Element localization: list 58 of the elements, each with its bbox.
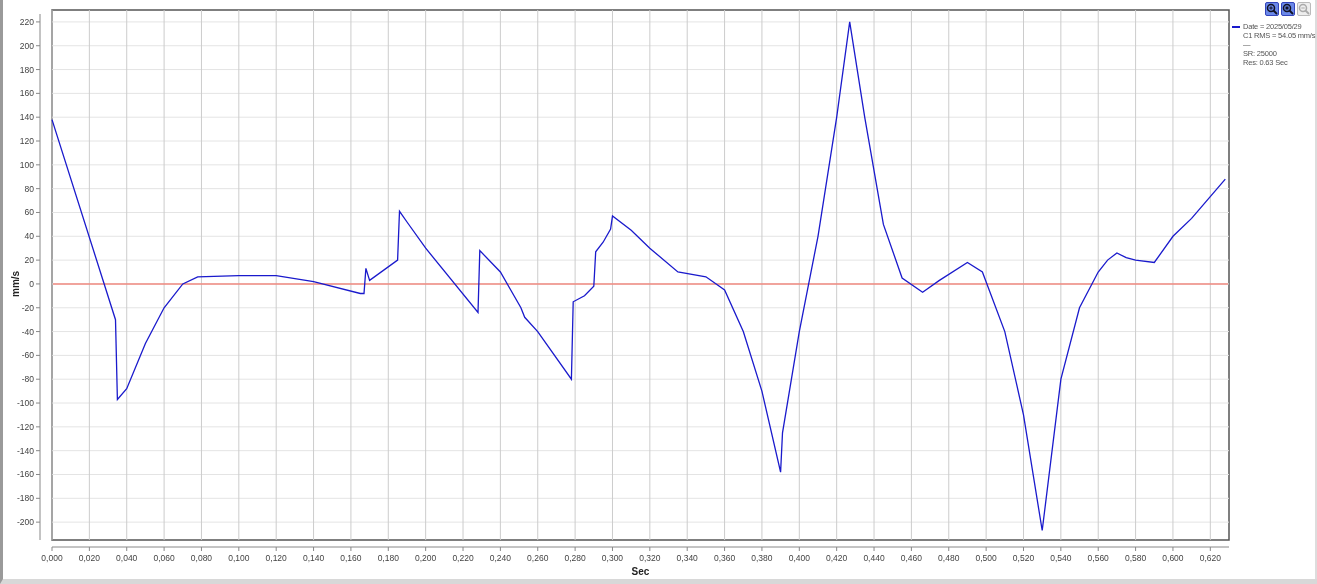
axis-tick-label: 0,340	[676, 553, 698, 563]
axis-tick-label: 40	[24, 231, 34, 242]
axis-tick-label: 0,520	[1012, 553, 1035, 563]
axis-tick-label: 0,560	[1087, 553, 1109, 563]
axis-tick-label: -40	[21, 326, 34, 337]
axis-tick-label: 200	[19, 40, 34, 51]
axis-tick-label: 160	[19, 88, 34, 99]
axis-tick-label: 0,300	[601, 553, 624, 563]
axis-tick-label: 0,220	[452, 553, 474, 563]
axis-tick-label: 0,100	[228, 553, 250, 563]
axis-tick-label: -20	[21, 302, 34, 313]
axis-tick-label: -80	[21, 374, 34, 385]
zoom-area-button[interactable]	[1281, 2, 1296, 16]
axis-tick-label: 0,460	[900, 553, 923, 563]
axis-title: mm/s	[10, 270, 21, 297]
zoom-in-button[interactable]	[1265, 2, 1280, 16]
axis-tick-label: 0,180	[377, 553, 399, 563]
axis-tick-label: 0,440	[863, 553, 885, 563]
axis-tick-label: 0,620	[1199, 553, 1221, 563]
axis-tick-label: 140	[19, 112, 34, 123]
axis-tick-label: 0,280	[564, 553, 586, 563]
axis-tick-label: 0,400	[788, 553, 810, 563]
axis-tick-label: -200	[17, 517, 34, 528]
axis-tick-label: 0,140	[302, 553, 325, 563]
axis-tick-label: 60	[24, 207, 34, 218]
axis-tick-label: 180	[19, 64, 34, 75]
axis-tick-label: 0,360	[713, 553, 736, 563]
axis-tick-label: 80	[24, 183, 34, 194]
axis-tick-label: 0,380	[751, 553, 773, 563]
axis-tick-label: 20	[24, 255, 34, 266]
axis-tick-label: 0,040	[116, 553, 138, 563]
axis-tick-label: 0,080	[190, 553, 213, 563]
axis-tick-label: 0	[29, 278, 34, 289]
axis-tick-label: -140	[17, 445, 34, 456]
axis-tick-label: 0,120	[265, 553, 287, 563]
axis-tick-label: 0,580	[1124, 553, 1147, 563]
axis-tick-label: -100	[17, 398, 34, 409]
axis-tick-label: 100	[19, 159, 34, 170]
axis-tick-label: 0,320	[639, 553, 661, 563]
axis-tick-label: 0,240	[489, 553, 511, 563]
axis-tick-label: -120	[17, 421, 34, 432]
axis-tick-label: 0,260	[527, 553, 549, 563]
axis-tick-label: 0,600	[1162, 553, 1184, 563]
axis-tick-label: 120	[19, 136, 34, 146]
axis-tick-label: 0,480	[938, 553, 960, 563]
axis-tick-label: 0,500	[975, 553, 997, 563]
axis-tick-label: 0,200	[415, 553, 437, 563]
axis-title: Sec	[631, 566, 650, 577]
axis-tick-label: -160	[17, 469, 34, 480]
axis-tick-label: 0,160	[340, 553, 362, 563]
axis-tick-label: 0,060	[153, 553, 175, 563]
axis-tick-label: -180	[17, 493, 34, 504]
axis-tick-label: 0,020	[78, 553, 100, 563]
axis-tick-label: 0,420	[826, 553, 848, 563]
axis-tick-label: 220	[19, 16, 34, 27]
axis-tick-label: 0,540	[1050, 553, 1072, 563]
axis-tick-label: 0,000	[41, 553, 63, 563]
axis-tick-label: -60	[21, 350, 34, 361]
